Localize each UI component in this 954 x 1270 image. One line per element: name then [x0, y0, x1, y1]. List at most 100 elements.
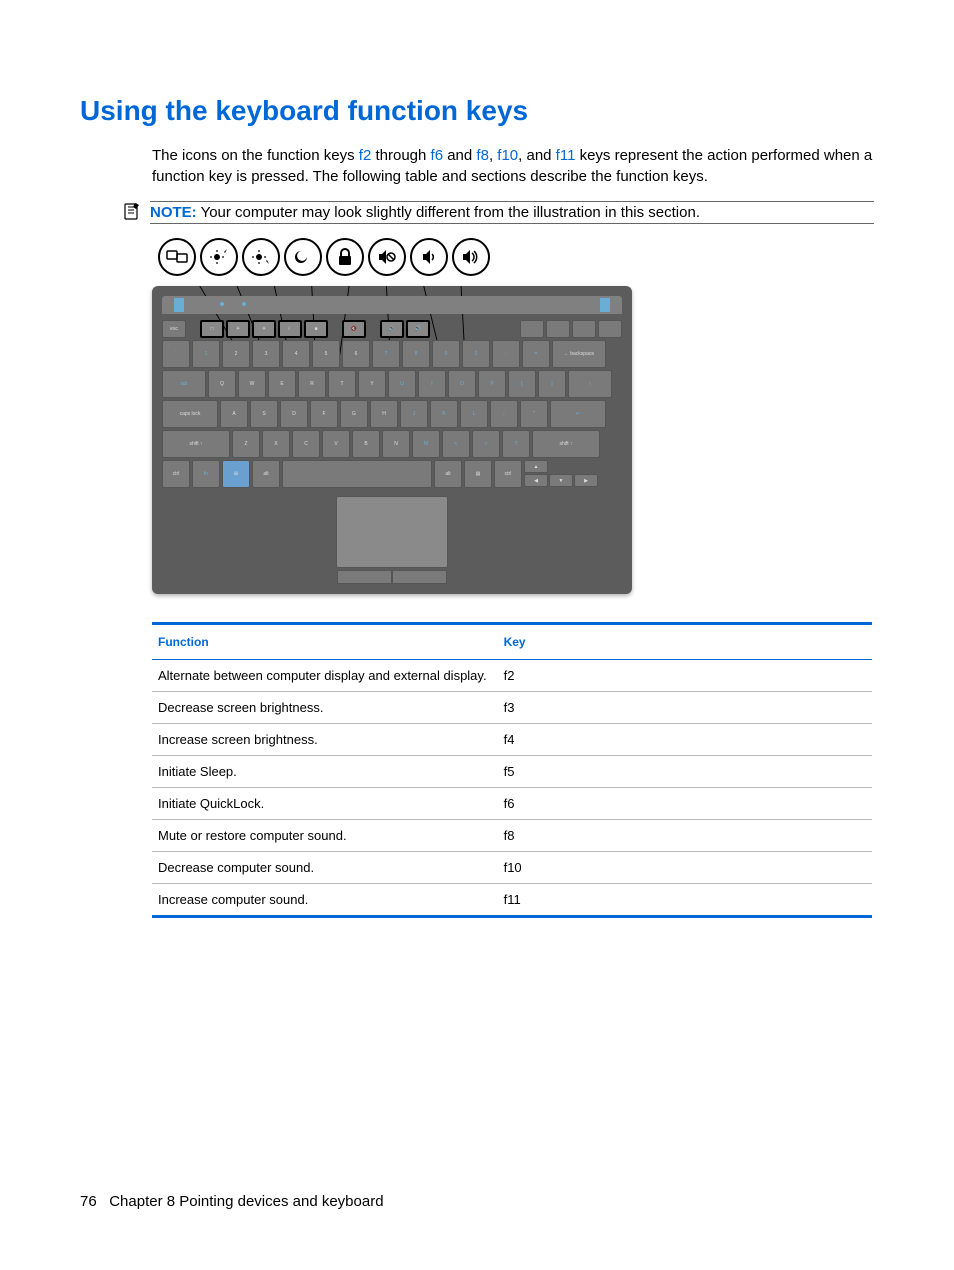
key-a: A — [220, 400, 248, 428]
key-lalt: alt — [252, 460, 280, 488]
intro-paragraph: The icons on the function keys f2 throug… — [80, 145, 874, 187]
chapter-label: Chapter 8 Pointing devices and keyboard — [109, 1193, 383, 1210]
key-link-f8[interactable]: f8 — [476, 147, 489, 164]
th-function: Function — [152, 624, 498, 660]
key-esc: esc — [162, 320, 186, 338]
key-v: V — [322, 430, 350, 458]
brightness-down-icon — [200, 238, 238, 276]
key-f2: □ — [200, 320, 224, 338]
table-row: Decrease computer sound.f10 — [152, 852, 872, 884]
key-u: U — [388, 370, 416, 398]
key-capslock: caps lock — [162, 400, 218, 428]
key-link-f6[interactable]: f6 — [431, 147, 444, 164]
page-heading: Using the keyboard function keys — [80, 95, 874, 127]
key-4: 4 — [282, 340, 310, 368]
cell-function: Initiate QuickLock. — [152, 788, 498, 820]
note-icon — [122, 201, 142, 221]
key-delete — [546, 320, 570, 338]
key-h: H — [370, 400, 398, 428]
display-switch-icon — [158, 238, 196, 276]
key-s: S — [250, 400, 278, 428]
key-e: E — [268, 370, 296, 398]
cell-key: f10 — [498, 852, 872, 884]
key-down: ▼ — [549, 474, 573, 487]
touchpad-buttons — [337, 570, 447, 584]
table-row: Increase screen brightness.f4 — [152, 724, 872, 756]
key-f4: ☀ — [252, 320, 276, 338]
key-rshift: shift ↑ — [532, 430, 600, 458]
cell-function: Mute or restore computer sound. — [152, 820, 498, 852]
key-backspace: ← backspace — [552, 340, 606, 368]
key-period: > — [472, 430, 500, 458]
intro-t1: through — [371, 147, 430, 164]
cell-function: Increase screen brightness. — [152, 724, 498, 756]
key-1: 1 — [192, 340, 220, 368]
key-comma: < — [442, 430, 470, 458]
key-f8: 🔇 — [342, 320, 366, 338]
key-6: 6 — [342, 340, 370, 368]
key-l: L — [460, 400, 488, 428]
key-w: W — [238, 370, 266, 398]
key-menu: ▤ — [464, 460, 492, 488]
key-3: 3 — [252, 340, 280, 368]
page-footer: 76 Chapter 8 Pointing devices and keyboa… — [80, 1193, 384, 1210]
table-row: Mute or restore computer sound.f8 — [152, 820, 872, 852]
key-link-f2[interactable]: f2 — [359, 147, 372, 164]
note-body: Your computer may look slightly differen… — [201, 204, 700, 221]
note-label: NOTE: — [150, 204, 197, 221]
key-8: 8 — [402, 340, 430, 368]
intro-t4: , and — [518, 147, 556, 164]
sleep-icon — [284, 238, 322, 276]
key-link-f11[interactable]: f11 — [556, 147, 576, 164]
key-k: K — [430, 400, 458, 428]
key-0: 0 — [462, 340, 490, 368]
key-backslash: \ — [568, 370, 612, 398]
cell-key: f11 — [498, 884, 872, 917]
table-row: Initiate QuickLock.f6 — [152, 788, 872, 820]
key-f3: ☀ — [226, 320, 250, 338]
mute-icon — [368, 238, 406, 276]
key-win: ⊞ — [222, 460, 250, 488]
cell-key: f6 — [498, 788, 872, 820]
key-pause — [572, 320, 596, 338]
key-o: O — [448, 370, 476, 398]
cell-function: Decrease computer sound. — [152, 852, 498, 884]
key-f: F — [310, 400, 338, 428]
key-ralt: alt — [434, 460, 462, 488]
th-key: Key — [498, 624, 872, 660]
key-f5: ☾ — [278, 320, 302, 338]
key-rbracket: ] — [538, 370, 566, 398]
table-row: Decrease screen brightness.f3 — [152, 692, 872, 724]
key-lshift: shift ↑ — [162, 430, 230, 458]
table-row: Increase computer sound.f11 — [152, 884, 872, 917]
key-minus: - — [492, 340, 520, 368]
key-left: ◀ — [524, 474, 548, 487]
key-x: X — [262, 430, 290, 458]
key-semicolon: ; — [490, 400, 518, 428]
key-m: M — [412, 430, 440, 458]
cell-function: Increase computer sound. — [152, 884, 498, 917]
intro-prefix: The icons on the function keys — [152, 147, 359, 164]
key-q: Q — [208, 370, 236, 398]
function-key-table: Function Key Alternate between computer … — [152, 622, 872, 918]
cell-function: Initiate Sleep. — [152, 756, 498, 788]
key-9: 9 — [432, 340, 460, 368]
lock-icon — [326, 238, 364, 276]
intro-t2: and — [443, 147, 476, 164]
key-f6: ■ — [304, 320, 328, 338]
key-link-f10[interactable]: f10 — [497, 147, 518, 164]
key-insert — [520, 320, 544, 338]
key-7: 7 — [372, 340, 400, 368]
key-f11: 🔊 — [406, 320, 430, 338]
touchpad — [336, 496, 448, 568]
table-row: Alternate between computer display and e… — [152, 660, 872, 692]
key-space — [282, 460, 432, 488]
key-prtsc — [598, 320, 622, 338]
note-block: NOTE: Your computer may look slightly di… — [80, 201, 874, 224]
key-enter: ↵ — [550, 400, 606, 428]
page-number: 76 — [80, 1193, 97, 1210]
key-r: R — [298, 370, 326, 398]
cell-key: f3 — [498, 692, 872, 724]
cell-function: Alternate between computer display and e… — [152, 660, 498, 692]
key-b: B — [352, 430, 380, 458]
